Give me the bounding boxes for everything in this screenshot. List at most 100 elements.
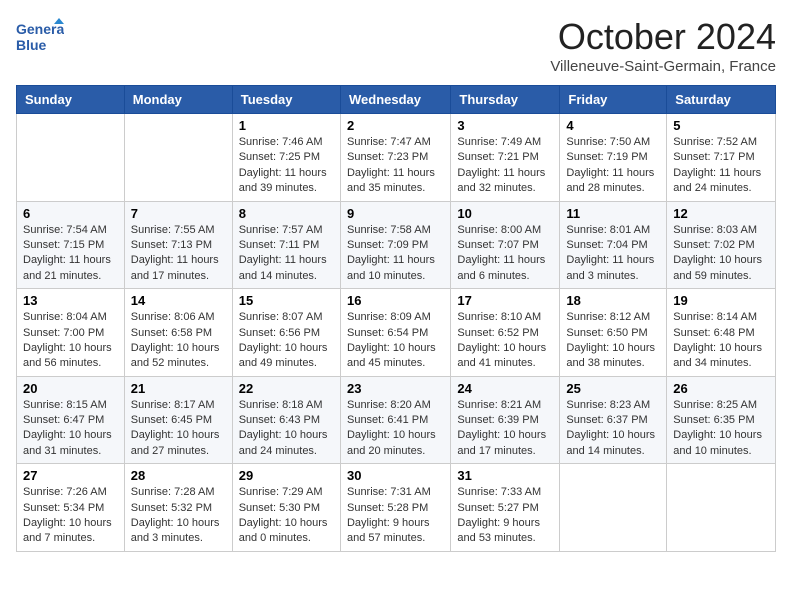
day-number: 18 [566, 293, 660, 308]
day-info: Sunrise: 8:21 AMSunset: 6:39 PMDaylight:… [457, 398, 553, 460]
calendar-cell: 14 Sunrise: 8:06 AMSunset: 6:58 PMDayligh… [124, 289, 232, 377]
weekday-header-saturday: Saturday [667, 86, 776, 114]
day-number: 28 [131, 468, 226, 483]
day-number: 30 [347, 468, 444, 483]
day-number: 20 [23, 381, 118, 396]
day-number: 4 [566, 118, 660, 133]
day-number: 26 [673, 381, 769, 396]
day-number: 19 [673, 293, 769, 308]
calendar-cell [124, 114, 232, 202]
calendar-cell: 30Sunrise: 7:31 AMSunset: 5:28 PMDayligh… [340, 464, 450, 552]
calendar-cell: 22 Sunrise: 8:18 AMSunset: 6:43 PMDayligh… [232, 376, 340, 464]
day-info: Sunrise: 8:03 AMSunset: 7:02 PMDaylight:… [673, 223, 769, 285]
day-info: Sunrise: 8:23 AMSunset: 6:37 PMDaylight:… [566, 398, 660, 460]
calendar-cell: 7Sunrise: 7:55 AMSunset: 7:13 PMDaylight… [124, 201, 232, 289]
calendar-cell [667, 464, 776, 552]
day-number: 23 [347, 381, 444, 396]
day-number: 17 [457, 293, 553, 308]
day-info: Sunrise: 7:47 AMSunset: 7:23 PMDaylight:… [347, 135, 444, 197]
day-info: Sunrise: 7:58 AMSunset: 7:09 PMDaylight:… [347, 223, 444, 285]
calendar-cell: 17 Sunrise: 8:10 AMSunset: 6:52 PMDayligh… [451, 289, 560, 377]
day-number: 14 [131, 293, 226, 308]
calendar-cell: 18 Sunrise: 8:12 AMSunset: 6:50 PMDayligh… [560, 289, 667, 377]
day-info: Sunrise: 8:18 AMSunset: 6:43 PMDaylight:… [239, 398, 334, 460]
calendar-cell: 25 Sunrise: 8:23 AMSunset: 6:37 PMDayligh… [560, 376, 667, 464]
day-number: 3 [457, 118, 553, 133]
day-info: Sunrise: 7:26 AMSunset: 5:34 PMDaylight:… [23, 485, 118, 547]
calendar-table: SundayMondayTuesdayWednesdayThursdayFrid… [16, 85, 776, 552]
day-number: 29 [239, 468, 334, 483]
day-number: 24 [457, 381, 553, 396]
weekday-header-sunday: Sunday [17, 86, 125, 114]
day-number: 9 [347, 206, 444, 221]
weekday-header-monday: Monday [124, 86, 232, 114]
calendar-cell: 16 Sunrise: 8:09 AMSunset: 6:54 PMDayligh… [340, 289, 450, 377]
week-row-4: 20 Sunrise: 8:15 AMSunset: 6:47 PMDayligh… [17, 376, 776, 464]
day-info: Sunrise: 8:25 AMSunset: 6:35 PMDaylight:… [673, 398, 769, 460]
calendar-cell: 13 Sunrise: 8:04 AMSunset: 7:00 PMDayligh… [17, 289, 125, 377]
day-number: 31 [457, 468, 553, 483]
day-info: Sunrise: 8:09 AMSunset: 6:54 PMDaylight:… [347, 310, 444, 372]
day-info: Sunrise: 8:15 AMSunset: 6:47 PMDaylight:… [23, 398, 118, 460]
week-row-3: 13 Sunrise: 8:04 AMSunset: 7:00 PMDayligh… [17, 289, 776, 377]
day-info: Sunrise: 7:55 AMSunset: 7:13 PMDaylight:… [131, 223, 226, 285]
weekday-header-tuesday: Tuesday [232, 86, 340, 114]
calendar-cell: 27 Sunrise: 7:26 AMSunset: 5:34 PMDayligh… [17, 464, 125, 552]
day-info: Sunrise: 8:06 AMSunset: 6:58 PMDaylight:… [131, 310, 226, 372]
day-number: 21 [131, 381, 226, 396]
day-number: 16 [347, 293, 444, 308]
calendar-cell: 3 Sunrise: 7:49 AMSunset: 7:21 PMDaylight… [451, 114, 560, 202]
day-info: Sunrise: 7:46 AMSunset: 7:25 PMDaylight:… [239, 135, 334, 197]
day-info: Sunrise: 8:20 AMSunset: 6:41 PMDaylight:… [347, 398, 444, 460]
week-row-1: 1 Sunrise: 7:46 AMSunset: 7:25 PMDaylight… [17, 114, 776, 202]
day-number: 1 [239, 118, 334, 133]
day-info: Sunrise: 8:12 AMSunset: 6:50 PMDaylight:… [566, 310, 660, 372]
calendar-cell: 6Sunrise: 7:54 AMSunset: 7:15 PMDaylight… [17, 201, 125, 289]
calendar-cell: 23 Sunrise: 8:20 AMSunset: 6:41 PMDayligh… [340, 376, 450, 464]
day-info: Sunrise: 7:29 AMSunset: 5:30 PMDaylight:… [239, 485, 334, 547]
calendar-cell: 24 Sunrise: 8:21 AMSunset: 6:39 PMDayligh… [451, 376, 560, 464]
day-info: Sunrise: 7:49 AMSunset: 7:21 PMDaylight:… [457, 135, 553, 197]
day-number: 13 [23, 293, 118, 308]
page-header: General Blue October 2024 Villeneuve-Sai… [16, 16, 776, 75]
day-number: 10 [457, 206, 553, 221]
day-info: Sunrise: 8:07 AMSunset: 6:56 PMDaylight:… [239, 310, 334, 372]
calendar-cell: 11 Sunrise: 8:01 AMSunset: 7:04 PMDayligh… [560, 201, 667, 289]
day-info: Sunrise: 7:52 AMSunset: 7:17 PMDaylight:… [673, 135, 769, 197]
day-info: Sunrise: 8:14 AMSunset: 6:48 PMDaylight:… [673, 310, 769, 372]
day-number: 11 [566, 206, 660, 221]
logo-icon: General Blue [16, 16, 64, 56]
day-number: 22 [239, 381, 334, 396]
calendar-cell: 29 Sunrise: 7:29 AMSunset: 5:30 PMDayligh… [232, 464, 340, 552]
calendar-cell: 31Sunrise: 7:33 AMSunset: 5:27 PMDayligh… [451, 464, 560, 552]
day-number: 25 [566, 381, 660, 396]
calendar-cell: 9 Sunrise: 7:58 AMSunset: 7:09 PMDaylight… [340, 201, 450, 289]
weekday-header-thursday: Thursday [451, 86, 560, 114]
calendar-cell: 5 Sunrise: 7:52 AMSunset: 7:17 PMDaylight… [667, 114, 776, 202]
day-number: 5 [673, 118, 769, 133]
title-section: October 2024 Villeneuve-Saint-Germain, F… [550, 16, 776, 75]
calendar-cell: 20 Sunrise: 8:15 AMSunset: 6:47 PMDayligh… [17, 376, 125, 464]
week-row-5: 27 Sunrise: 7:26 AMSunset: 5:34 PMDayligh… [17, 464, 776, 552]
weekday-header-row: SundayMondayTuesdayWednesdayThursdayFrid… [17, 86, 776, 114]
day-number: 8 [239, 206, 334, 221]
logo: General Blue [16, 16, 68, 56]
day-info: Sunrise: 8:17 AMSunset: 6:45 PMDaylight:… [131, 398, 226, 460]
weekday-header-friday: Friday [560, 86, 667, 114]
calendar-cell: 10 Sunrise: 8:00 AMSunset: 7:07 PMDayligh… [451, 201, 560, 289]
day-number: 27 [23, 468, 118, 483]
day-number: 15 [239, 293, 334, 308]
day-info: Sunrise: 8:01 AMSunset: 7:04 PMDaylight:… [566, 223, 660, 285]
calendar-cell: 28Sunrise: 7:28 AMSunset: 5:32 PMDayligh… [124, 464, 232, 552]
location-subtitle: Villeneuve-Saint-Germain, France [550, 58, 776, 75]
svg-text:Blue: Blue [16, 37, 47, 53]
day-number: 12 [673, 206, 769, 221]
calendar-cell: 8Sunrise: 7:57 AMSunset: 7:11 PMDaylight… [232, 201, 340, 289]
month-title: October 2024 [550, 16, 776, 58]
day-info: Sunrise: 8:10 AMSunset: 6:52 PMDaylight:… [457, 310, 553, 372]
weekday-header-wednesday: Wednesday [340, 86, 450, 114]
day-number: 6 [23, 206, 118, 221]
day-info: Sunrise: 7:50 AMSunset: 7:19 PMDaylight:… [566, 135, 660, 197]
day-info: Sunrise: 8:00 AMSunset: 7:07 PMDaylight:… [457, 223, 553, 285]
day-info: Sunrise: 8:04 AMSunset: 7:00 PMDaylight:… [23, 310, 118, 372]
